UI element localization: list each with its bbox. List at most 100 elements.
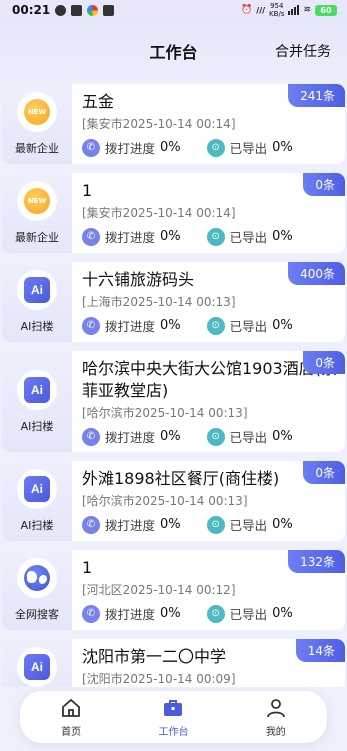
home-icon [59, 696, 83, 720]
task-meta: [集安市2025-10-14 00:14] [82, 206, 236, 220]
phone-icon: ✆ [82, 138, 100, 157]
dial-progress-label: 拨打进度 [105, 230, 156, 245]
count-badge: 0条 [303, 351, 345, 374]
task-card[interactable]: Ai AI扫楼 哈尔滨中央大街大公馆1903酒店(索菲亚教堂店) [哈尔滨市20… [2, 351, 345, 452]
dial-progress-label: 拨打进度 [105, 430, 156, 445]
task-type-panel: NEW 最新企业 [2, 173, 72, 253]
task-type-label: 最新企业 [15, 231, 59, 244]
task-type-icon: Ai [17, 369, 57, 410]
export-label: 已导出 [229, 430, 268, 445]
export-label: 已导出 [229, 607, 268, 622]
dial-progress-label: 拨打进度 [105, 518, 156, 533]
count-badge: 241条 [288, 84, 345, 107]
wifi-icon: ≋ [303, 5, 311, 15]
task-type-label: AI扫楼 [20, 519, 54, 532]
app-icon-2 [103, 4, 115, 16]
globe-icon [24, 565, 50, 591]
export-label: 已导出 [229, 141, 268, 156]
task-stats: ✆ 拨打进度 0% ⊙ 已导出 0% [82, 427, 337, 446]
header: 工作台 合并任务 [0, 20, 347, 82]
task-meta: [哈尔滨市2025-10-14 00:13] [82, 406, 248, 420]
page-title: 工作台 [149, 43, 198, 62]
task-card[interactable]: NEW 最新企业 五金 [集安市2025-10-14 00:14] ✆ 拨打进度… [2, 84, 345, 164]
export-progress: ⊙ 已导出 0% [206, 227, 293, 246]
task-card[interactable]: 全网搜客 1 [河北区2025-10-14 00:12] ✆ 拨打进度 0% ⊙… [2, 550, 345, 630]
dial-progress-label: 拨打进度 [105, 141, 156, 156]
phone-icon: ✆ [82, 604, 100, 623]
task-type-icon: Ai [17, 647, 57, 687]
ai-icon: Ai [24, 476, 50, 502]
dial-progress-value: 0% [160, 429, 181, 444]
task-title: 哈尔滨中央大街大公馆1903酒店(索菲亚教堂店) [82, 359, 337, 400]
export-label: 已导出 [229, 518, 268, 533]
count-badge: 132条 [288, 550, 345, 573]
task-title: 1 [82, 181, 93, 200]
phone-icon: ✆ [82, 316, 100, 335]
nav-label: 我的 [265, 727, 286, 738]
task-type-label: AI扫楼 [20, 320, 54, 333]
nav-label: 首页 [61, 727, 82, 738]
net-speed-unit: KB/s [269, 10, 285, 18]
task-type-panel: NEW 最新企业 [2, 84, 72, 164]
dial-progress-value: 0% [160, 606, 181, 621]
task-card[interactable]: Ai AI扫楼 沈阳市第一二〇中学 [沈阳市2025-10-14 00:09] … [2, 639, 345, 687]
count-badge: 400条 [288, 262, 345, 285]
export-progress: ⊙ 已导出 0% [206, 515, 293, 534]
count-badge: 0条 [303, 461, 345, 484]
export-value: 0% [272, 229, 293, 244]
app-icon [87, 4, 99, 16]
dial-progress-value: 0% [160, 517, 181, 532]
status-right: ⏰ /// 954 KB/s ≋ 60 [241, 2, 337, 18]
task-type-icon: NEW [17, 92, 57, 132]
dial-progress: ✆ 拨打进度 0% [82, 316, 181, 335]
task-type-panel: Ai AI扫楼 [2, 262, 72, 342]
export-icon: ⊙ [206, 138, 225, 157]
task-title: 外滩1898社区餐厅(商住楼) [82, 469, 280, 488]
ai-icon: Ai [24, 654, 50, 680]
dial-progress: ✆ 拨打进度 0% [82, 227, 181, 246]
export-progress: ⊙ 已导出 0% [206, 316, 293, 335]
merge-task-button[interactable]: 合并任务 [275, 41, 331, 61]
task-stats: ✆ 拨打进度 0% ⊙ 已导出 0% [82, 604, 337, 623]
dial-progress-label: 拨打进度 [105, 319, 156, 334]
dial-progress: ✆ 拨打进度 0% [82, 427, 181, 446]
task-type-panel: Ai AI扫楼 [2, 461, 72, 541]
task-type-label: 最新企业 [15, 142, 59, 155]
task-meta: [沈阳市2025-10-14 00:09] [82, 672, 236, 686]
nav-label: 工作台 [158, 727, 189, 738]
ai-icon: Ai [24, 277, 50, 303]
task-type-icon: Ai [17, 270, 57, 310]
export-value: 0% [272, 140, 293, 155]
task-type-label: AI扫楼 [20, 419, 54, 433]
battery-icon: 60 [315, 4, 337, 16]
user-icon [264, 696, 288, 720]
status-time: 00:21 [12, 3, 51, 17]
dial-progress: ✆ 拨打进度 0% [82, 515, 181, 534]
task-card[interactable]: Ai AI扫楼 外滩1898社区餐厅(商住楼) [哈尔滨市2025-10-14 … [2, 461, 345, 541]
task-card[interactable]: NEW 最新企业 1 [集安市2025-10-14 00:14] ✆ 拨打进度 … [2, 173, 345, 253]
briefcase-icon [161, 696, 185, 720]
nav-item-home[interactable]: 首页 [41, 696, 101, 738]
net-speed-value: 954 [270, 2, 284, 10]
export-progress: ⊙ 已导出 0% [206, 138, 293, 157]
alarm-icon: ⏰ [241, 5, 253, 15]
export-icon: ⊙ [206, 227, 225, 246]
dial-progress-value: 0% [160, 318, 181, 333]
dial-progress-label: 拨打进度 [105, 607, 156, 622]
task-type-panel: Ai AI扫楼 [2, 351, 72, 452]
task-card[interactable]: Ai AI扫楼 十六铺旅游码头 [上海市2025-10-14 00:13] ✆ … [2, 262, 345, 342]
export-icon: ⊙ [206, 515, 225, 534]
task-list[interactable]: NEW 最新企业 五金 [集安市2025-10-14 00:14] ✆ 拨打进度… [0, 84, 347, 687]
new-icon: NEW [24, 188, 50, 214]
task-type-icon: NEW [17, 181, 57, 221]
export-progress: ⊙ 已导出 0% [206, 427, 293, 446]
status-left: 00:21 [12, 3, 115, 17]
export-icon: ⊙ [206, 604, 225, 623]
task-stats: ✆ 拨打进度 0% ⊙ 已导出 0% [82, 316, 337, 335]
export-value: 0% [272, 517, 293, 532]
task-type-label: 全网搜客 [15, 608, 59, 621]
export-icon: ⊙ [206, 427, 225, 446]
export-progress: ⊙ 已导出 0% [206, 604, 293, 623]
nav-item-workbench[interactable]: 工作台 [143, 696, 203, 738]
nav-item-mine[interactable]: 我的 [246, 696, 306, 738]
